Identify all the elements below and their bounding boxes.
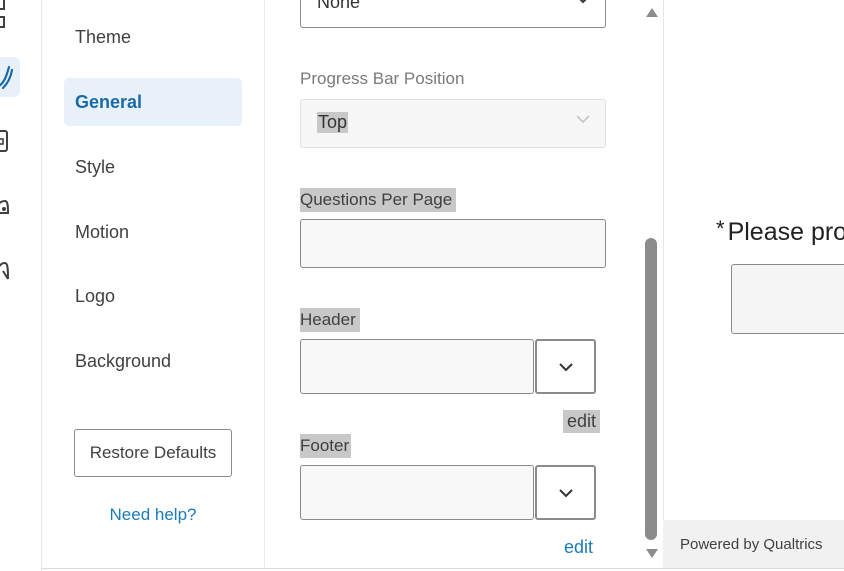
footer-label: Footer [300, 434, 352, 458]
question-label: Please pro [727, 218, 844, 246]
nav-item-label: Theme [75, 26, 132, 47]
scroll-down-arrow-icon[interactable] [645, 548, 659, 560]
tool-rail [0, 0, 42, 571]
nav-item-label: General [75, 91, 143, 112]
accessibility-icon[interactable] [0, 251, 18, 291]
scroll-thumb[interactable] [645, 238, 657, 540]
required-marker: * [716, 216, 725, 241]
options-scrollbar[interactable] [641, 0, 663, 568]
nav-item-background[interactable]: Background [64, 337, 242, 385]
progress-bar-position-label: Progress Bar Position [300, 69, 465, 88]
powered-by-footer: Powered by Qualtrics [663, 520, 844, 568]
nav-item-style[interactable]: Style [64, 143, 242, 191]
brush-icon[interactable] [0, 57, 20, 97]
tools-icon[interactable] [0, 187, 18, 227]
header-edit-link[interactable]: edit [563, 410, 601, 433]
select-value: None [317, 0, 361, 12]
select-value: Top [317, 112, 349, 133]
need-help-link[interactable]: Need help? [74, 505, 232, 525]
restore-defaults-button[interactable]: Restore Defaults [74, 429, 232, 477]
chevron-down-icon [576, 115, 590, 124]
header-dropdown-button[interactable] [535, 339, 596, 394]
footer-dropdown-button[interactable] [535, 465, 596, 520]
nav-item-motion[interactable]: Motion [64, 208, 242, 256]
survey-preview: * Please pro [663, 0, 844, 520]
chevron-down-icon [579, 0, 587, 4]
header-label: Header [300, 308, 360, 332]
survey-options-icon[interactable] [0, 122, 18, 162]
scroll-up-arrow-icon[interactable] [645, 6, 659, 18]
progress-bar-position-select[interactable]: Top [300, 99, 606, 148]
header-input[interactable] [300, 339, 534, 394]
chevron-down-icon [558, 362, 573, 371]
questions-per-page-label: Questions Per Page [300, 188, 457, 212]
footer-input[interactable] [300, 465, 534, 520]
divider [41, 568, 844, 569]
nav-item-label: Logo [75, 285, 116, 306]
nav-item-theme[interactable]: Theme [64, 13, 242, 61]
nav-item-label: Background [75, 350, 172, 371]
answer-text-box[interactable] [731, 264, 844, 334]
questions-per-page-input[interactable] [300, 219, 606, 268]
look-and-feel-nav: Theme General Style Motion Logo Backgrou… [42, 0, 265, 568]
nav-item-label: Motion [75, 221, 130, 242]
top-select[interactable]: None [300, 0, 606, 28]
nav-item-label: Style [75, 156, 116, 177]
footer-edit-link[interactable]: edit [564, 537, 593, 558]
powered-by-text: Powered by Qualtrics [680, 535, 823, 553]
layout-icon[interactable] [0, 0, 18, 34]
question-text: * Please pro [716, 216, 844, 247]
general-options-panel: None Progress Bar Position Top Questions… [265, 0, 641, 568]
nav-item-logo[interactable]: Logo [64, 272, 242, 320]
nav-item-general[interactable]: General [64, 78, 242, 126]
chevron-down-icon [558, 488, 573, 497]
